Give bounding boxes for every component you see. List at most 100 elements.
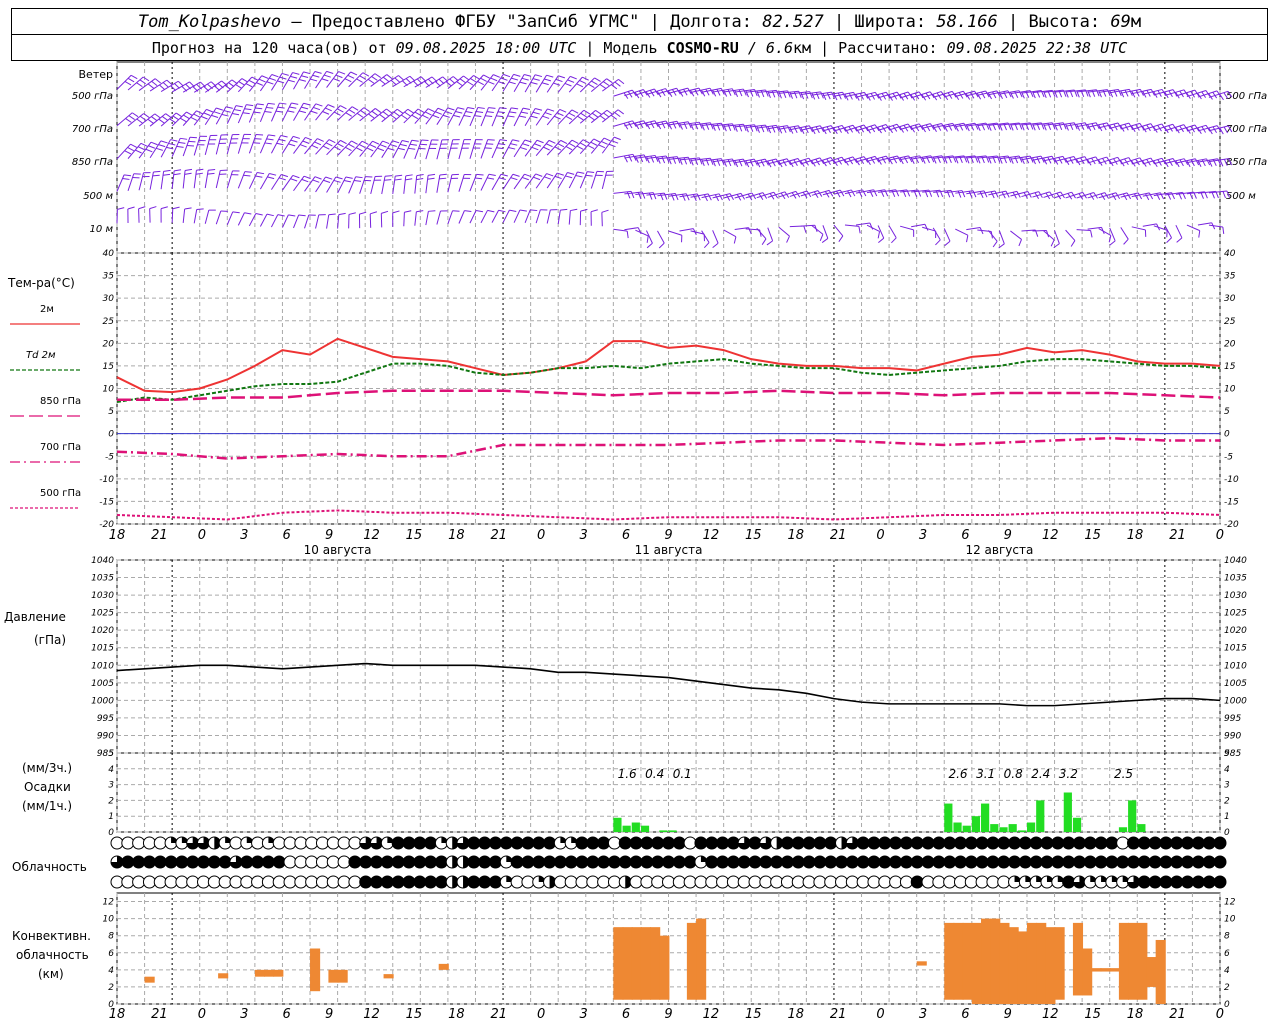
- wind-barb-flag: [1148, 192, 1154, 200]
- wind-barb-flag: [148, 145, 156, 149]
- wind-barb-flag: [269, 77, 277, 81]
- wind-barb-flag: [498, 143, 506, 146]
- wind-barb-flag: [1109, 240, 1116, 246]
- wind-barb-flag: [131, 112, 139, 118]
- cloud-symbol: [672, 855, 686, 869]
- wind-barb-flag: [509, 111, 517, 114]
- wind-barb-flag: [325, 142, 333, 147]
- wind-barb-flag: [511, 77, 519, 81]
- cloud-symbol: [543, 855, 557, 869]
- wind-barb-flag: [323, 74, 331, 78]
- precip-bar: [613, 817, 622, 832]
- wind-barb-flag: [847, 190, 852, 198]
- wind-barb-flag: [290, 75, 298, 79]
- wind-barb-flag: [518, 115, 527, 118]
- cloud-symbol: [510, 836, 524, 850]
- conv-bar: [328, 969, 339, 983]
- wind-barb-flag: [130, 143, 138, 148]
- wind-barb-flag: [394, 178, 402, 181]
- wind-barb: [259, 213, 268, 227]
- cloud-symbol: [651, 855, 665, 869]
- wind-barb-flag: [267, 102, 275, 105]
- wind-barb-flag: [766, 240, 773, 246]
- wind-barb-flag: [456, 81, 463, 87]
- wind-barb: [480, 107, 489, 127]
- temp-tick-left: 30: [103, 294, 115, 304]
- wind-barb-flag: [271, 74, 279, 78]
- wind-barb-flag: [800, 92, 805, 100]
- cloud-symbol: [110, 836, 124, 850]
- wind-barb-flag: [465, 111, 473, 114]
- wind-barb-flag: [595, 109, 602, 115]
- wind-barb-flag: [356, 112, 364, 118]
- wind-barb-flag: [122, 178, 130, 180]
- wind-barb-flag: [128, 115, 135, 120]
- cloud-symbol: [132, 855, 146, 869]
- wind-barb: [204, 80, 222, 93]
- wind-barb-flag: [336, 108, 344, 113]
- date-label: 10 августа: [304, 543, 372, 557]
- wind-barb-flag: [407, 108, 414, 114]
- wind-barb-flag: [1120, 90, 1125, 98]
- precip-3h-label: 0.4: [645, 767, 664, 781]
- cloud-symbol: [759, 855, 773, 869]
- wind-barb-flag: [543, 146, 550, 151]
- wind-barb-flag: [292, 72, 300, 75]
- wind-barb-flag: [480, 77, 487, 82]
- wind-barb: [127, 143, 142, 159]
- wind-barb: [1076, 229, 1091, 232]
- pressure-tick-left: 1005: [91, 679, 114, 689]
- wind-barb-flag: [175, 112, 183, 118]
- wind-barb-flag: [786, 235, 790, 243]
- wind-level-right: 850 гПа: [1226, 157, 1267, 168]
- wind-barb-flag: [305, 136, 313, 141]
- wind-barb-flag: [486, 143, 494, 145]
- conv-bar: [1072, 922, 1084, 996]
- x-tick-bottom: 21: [491, 1007, 508, 1022]
- wind-barb-flag: [355, 147, 363, 152]
- wind-barb-flag: [328, 139, 336, 144]
- wind-barb: [381, 176, 386, 195]
- wind-barb-flag: [490, 77, 498, 82]
- wind-barb-flag: [521, 176, 529, 181]
- cloud-symbol: [607, 836, 621, 850]
- wind-barb: [259, 103, 269, 123]
- wind-barb-flag: [580, 208, 588, 212]
- wind-barb-flag: [445, 81, 452, 87]
- wind-barb-flag: [125, 118, 132, 123]
- wind-barb-flag: [611, 140, 619, 144]
- cloud-symbol: [986, 836, 1000, 850]
- wind-barb-flag: [826, 92, 831, 100]
- temp-tick-left: 35: [103, 272, 115, 282]
- wind-barb-flag: [500, 77, 508, 81]
- cloud-symbol: [1213, 875, 1227, 889]
- wind-barb-flag: [564, 82, 572, 87]
- wind-barb: [226, 211, 234, 225]
- cloud-symbol: [586, 855, 600, 869]
- conv-bar: [640, 927, 652, 1000]
- wind-barb: [911, 223, 926, 228]
- wind-barb-flag: [508, 147, 516, 150]
- x-tick-bottom: 3: [579, 1007, 587, 1022]
- wind-barb-flag: [577, 115, 584, 121]
- x-tick-bottom: 9: [664, 1007, 672, 1022]
- wind-barb-flag: [379, 144, 387, 148]
- temp-title: Тем-ра(°C): [7, 276, 75, 290]
- conv-bar: [613, 927, 624, 1000]
- cloud-symbol: [716, 875, 730, 889]
- wind-barb: [248, 134, 257, 154]
- conv-bar: [1008, 927, 1019, 1004]
- temp-tick-right: 10: [1224, 385, 1236, 395]
- wind-barb-flag: [511, 107, 519, 110]
- wind-barb-flag: [576, 83, 584, 88]
- pressure-tick-right: 1025: [1224, 609, 1247, 619]
- wind-barb-flag: [559, 108, 567, 113]
- wind-barb-flag: [382, 76, 390, 82]
- cloud-symbol: [391, 875, 405, 889]
- wind-barb-flag: [1124, 89, 1129, 97]
- wind-barb-flag: [1014, 156, 1019, 164]
- wind-barb-flag: [641, 191, 646, 199]
- wind-barb-flag: [590, 141, 598, 146]
- wind-barb-flag: [457, 107, 465, 110]
- wind-barb-flag: [579, 80, 587, 84]
